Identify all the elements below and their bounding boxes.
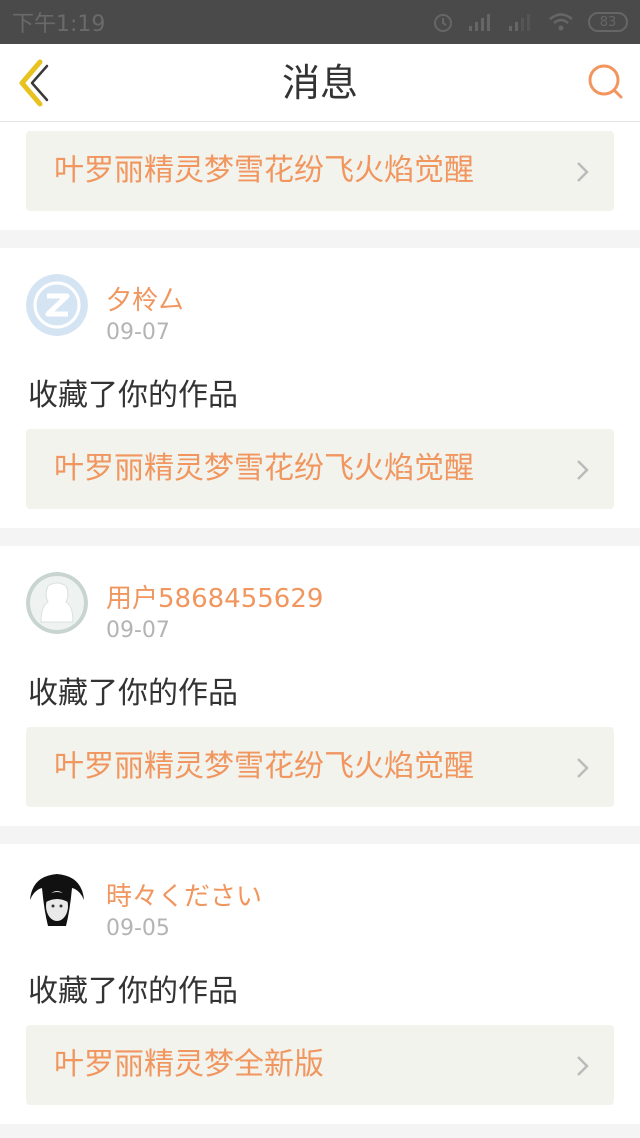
chevron-right-icon [577,1056,589,1076]
avatar[interactable] [26,870,88,932]
chevron-right-icon [577,758,589,778]
work-link[interactable]: 叶罗丽精灵梦雪花纷飞火焰觉醒 [26,131,614,211]
message-list: 叶罗丽精灵梦雪花纷飞火焰觉醒 夕柃厶 09-07 收藏了你的作品 叶罗丽精灵梦雪… [0,122,640,1124]
battery-icon: 83 [588,12,628,32]
action-text: 收藏了你的作品 [28,974,238,1009]
message-card: 用户5868455629 09-07 收藏了你的作品 叶罗丽精灵梦雪花纷飞火焰觉… [0,546,640,826]
status-time: 下午1:19 [12,12,106,37]
avatar[interactable] [26,572,88,634]
user-name[interactable]: 夕柃厶 [106,280,184,317]
status-icons: 83 [432,11,628,33]
user-name[interactable]: 用户5868455629 [106,578,323,615]
work-title: 叶罗丽精灵梦全新版 [54,1047,324,1082]
photo-avatar-icon [26,870,88,932]
post-date: 09-07 [106,320,170,345]
wifi-icon [549,13,573,31]
signal-2-icon [509,14,530,31]
work-link[interactable]: 叶罗丽精灵梦全新版 [26,1025,614,1105]
alarm-icon [434,14,452,32]
work-title: 叶罗丽精灵梦雪花纷飞火焰觉醒 [54,153,474,188]
work-title: 叶罗丽精灵梦雪花纷飞火焰觉醒 [54,451,474,486]
avatar[interactable] [26,274,88,336]
qq-avatar-icon [26,274,88,336]
post-date: 09-07 [106,618,170,643]
signal-icon [469,14,490,31]
message-card: 叶罗丽精灵梦雪花纷飞火焰觉醒 [0,122,640,230]
page-title: 消息 [281,61,358,105]
action-text: 收藏了你的作品 [28,378,238,413]
post-date: 09-05 [106,916,170,941]
status-bar: 下午1:19 83 [0,0,640,44]
action-text: 收藏了你的作品 [28,676,238,711]
work-link[interactable]: 叶罗丽精灵梦雪花纷飞火焰觉醒 [26,429,614,509]
work-link[interactable]: 叶罗丽精灵梦雪花纷飞火焰觉醒 [26,727,614,807]
chevron-right-icon [577,162,589,182]
battery-level: 83 [599,14,617,30]
work-title: 叶罗丽精灵梦雪花纷飞火焰觉醒 [54,749,474,784]
message-card: 時々ください 09-05 收藏了你的作品 叶罗丽精灵梦全新版 [0,844,640,1124]
search-button[interactable] [586,62,626,102]
nav-bar: 消息 [0,44,640,122]
default-avatar-icon [26,572,88,634]
search-icon [588,64,623,99]
user-name[interactable]: 時々ください [106,876,262,913]
chevron-right-icon [577,460,589,480]
message-card: 夕柃厶 09-07 收藏了你的作品 叶罗丽精灵梦雪花纷飞火焰觉醒 [0,248,640,528]
